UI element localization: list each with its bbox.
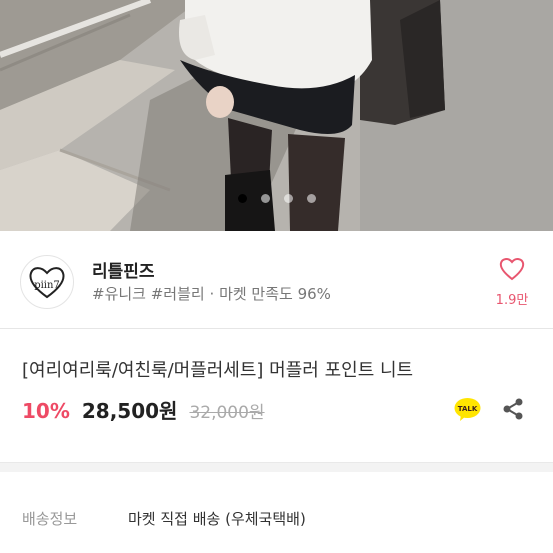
wish-button[interactable]: 1.9만 — [493, 257, 531, 308]
kakao-talk-icon: TALK — [454, 398, 481, 421]
kakao-talk-button[interactable]: TALK — [454, 397, 481, 421]
share-icon — [503, 398, 523, 420]
market-satisfaction: 마켓 만족도 96% — [219, 285, 331, 303]
carousel-dot-4[interactable] — [306, 194, 316, 203]
shipping-value: 마켓 직접 배송 (우체국택배) — [128, 510, 306, 528]
wish-count: 1.9만 — [495, 293, 529, 308]
product-image-carousel[interactable] — [0, 0, 553, 231]
carousel-indicator — [0, 194, 553, 203]
carousel-dot-2[interactable] — [260, 194, 270, 203]
section-divider — [0, 462, 553, 472]
original-price: 32,000원 — [189, 403, 265, 423]
talk-label: TALK — [458, 405, 478, 413]
carousel-dot-3[interactable] — [283, 194, 293, 203]
discount-rate: 10% — [22, 399, 70, 423]
shop-name[interactable]: 리틀핀즈 — [92, 257, 155, 282]
product-title: [여리여리룩/여친룩/머플러세트] 머플러 포인트 니트 — [22, 360, 414, 381]
meta-separator: · — [209, 285, 215, 303]
share-button[interactable] — [501, 397, 525, 421]
shop-meta: #유니크 #러블리 · 마켓 만족도 96% — [92, 283, 331, 304]
shop-info-row[interactable]: piin7 리틀핀즈 #유니크 #러블리 · 마켓 만족도 96% 1.9만 — [0, 231, 553, 329]
shipping-label: 배송정보 — [22, 510, 78, 528]
shop-logo-text: piin7 — [34, 280, 60, 291]
heart-icon — [499, 258, 525, 281]
shop-tags[interactable]: #유니크 #러블리 — [92, 285, 205, 303]
shop-avatar[interactable]: piin7 — [20, 255, 74, 309]
sale-price: 28,500원 — [81, 399, 178, 423]
shop-logo: piin7 — [29, 267, 65, 299]
price-row: 10% 28,500원 32,000원 — [22, 395, 265, 424]
carousel-dot-1[interactable] — [237, 194, 247, 203]
